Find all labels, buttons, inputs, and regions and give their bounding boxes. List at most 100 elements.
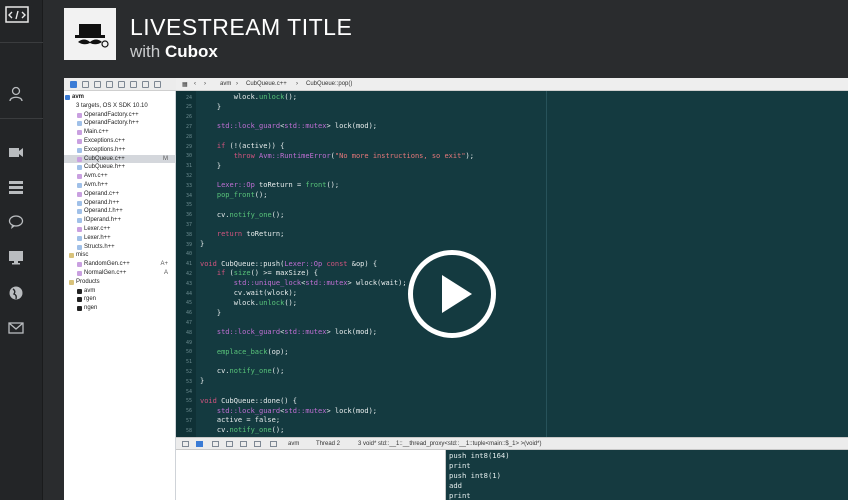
code-line[interactable]: void CubQueue::push(Lexer::Op const &op)…: [200, 260, 377, 268]
monitor-icon[interactable]: [8, 249, 24, 265]
code-area[interactable]: 24 wlock.unlock(); 25 } 26 27 std::lock_gua…: [176, 91, 848, 437]
user-icon[interactable]: [8, 86, 24, 102]
jump-file[interactable]: CubQueue.c++: [246, 81, 287, 87]
console-line: print: [449, 461, 471, 470]
code-line[interactable]: emplace_back(op);: [200, 348, 289, 356]
file-label: NormalGen.c++: [84, 269, 127, 276]
code-line[interactable]: void CubQueue::done() {: [200, 397, 297, 405]
debug-target[interactable]: avm: [288, 441, 299, 447]
line-number: 36: [185, 212, 192, 219]
test-icon[interactable]: [118, 81, 125, 88]
hierarchy-icon[interactable]: [82, 81, 89, 88]
file-item[interactable]: Operand.c++: [64, 190, 176, 199]
file-item[interactable]: Structs.h++: [64, 243, 176, 252]
chat-icon[interactable]: [8, 214, 24, 230]
debug-thread[interactable]: Thread 2: [316, 441, 340, 447]
debug-icon[interactable]: [130, 81, 137, 88]
report-icon[interactable]: [154, 81, 161, 88]
file-item[interactable]: Exceptions.c++: [64, 137, 176, 146]
file-item[interactable]: Operand.h++: [64, 199, 176, 208]
step-in-icon[interactable]: [240, 441, 247, 447]
code-line[interactable]: }: [200, 377, 204, 385]
mail-icon[interactable]: [8, 320, 24, 336]
grid-icon[interactable]: ▦: [182, 81, 188, 88]
code-line[interactable]: active = false;: [200, 416, 280, 424]
file-item[interactable]: NormalGen.c++ A: [64, 269, 176, 278]
file-label: avm: [84, 287, 96, 294]
group-misc[interactable]: misc: [64, 251, 176, 260]
back-arrow-icon[interactable]: ‹: [194, 81, 196, 87]
video-icon[interactable]: [8, 144, 24, 160]
debug-frame[interactable]: 3 void* std::__1::__thread_proxy<std::__…: [358, 441, 541, 447]
jump-symbol[interactable]: CubQueue::pop(): [306, 81, 352, 87]
project-root[interactable]: avm: [64, 93, 176, 102]
project-subtitle[interactable]: 3 targets, OS X SDK 10.10: [64, 102, 176, 111]
file-item[interactable]: CubQueue.c++ M: [64, 154, 176, 164]
video-player[interactable]: avm 3 targets, OS X SDK 10.10 OperandFacto…: [64, 78, 848, 500]
file-item[interactable]: OperandFactory.h++: [64, 119, 176, 128]
file-item[interactable]: Exceptions.h++: [64, 146, 176, 155]
product-item[interactable]: rgen: [64, 295, 176, 304]
warning-icon[interactable]: [106, 81, 113, 88]
hide-console-icon[interactable]: [182, 441, 189, 447]
list-icon[interactable]: [8, 179, 24, 195]
code-line[interactable]: cv.wait(wlock);: [200, 289, 297, 297]
forward-arrow-icon[interactable]: ›: [204, 81, 206, 87]
file-icon: [77, 297, 82, 303]
product-item[interactable]: avm: [64, 287, 176, 296]
code-line[interactable]: std::lock_guard<std::mutex> lock(mod);: [200, 407, 377, 415]
code-editor: ▦ ‹ › avm › CubQueue.c++ › CubQueue::pop…: [176, 78, 848, 500]
console-line: push int8(164): [449, 451, 510, 460]
brand-name[interactable]: Cubox: [165, 42, 218, 61]
code-line[interactable]: wlock.unlock();: [200, 93, 297, 101]
file-item[interactable]: Avm.c++: [64, 172, 176, 181]
continue-icon[interactable]: [212, 441, 219, 447]
globe-icon[interactable]: [8, 285, 24, 301]
file-item[interactable]: Lexer.c++: [64, 225, 176, 234]
file-item[interactable]: CubQueue.h++: [64, 163, 176, 172]
code-line[interactable]: wlock.unlock();: [200, 299, 297, 307]
line-number: 41: [185, 261, 192, 268]
code-line[interactable]: }: [200, 162, 221, 170]
code-line[interactable]: throw Avm::RuntimeError("No more instruc…: [200, 152, 474, 160]
breakpoint-icon[interactable]: [142, 81, 149, 88]
step-over-icon[interactable]: [226, 441, 233, 447]
group-products[interactable]: Products: [64, 278, 176, 287]
folder-icon[interactable]: [70, 81, 77, 88]
code-icon[interactable]: [5, 6, 29, 26]
code-line[interactable]: return toReturn;: [200, 230, 284, 238]
file-item[interactable]: RandomGen.c++ A+: [64, 260, 176, 269]
file-item[interactable]: IOperand.h++: [64, 216, 176, 225]
breakpoints-icon[interactable]: [196, 441, 203, 447]
file-icon: [77, 121, 82, 127]
file-item[interactable]: OperandFactory.c++: [64, 111, 176, 120]
code-line[interactable]: cv.notify_one();: [200, 426, 284, 434]
code-line[interactable]: std::unique_lock<std::mutex> wlock(wait)…: [200, 279, 407, 287]
code-line[interactable]: }: [200, 309, 221, 317]
code-line[interactable]: cv.notify_one();: [200, 367, 284, 375]
code-line[interactable]: cv.notify_one();: [200, 211, 284, 219]
variables-view[interactable]: [176, 450, 446, 500]
code-line[interactable]: std::lock_guard<std::mutex> lock(mod);: [200, 328, 377, 336]
file-item[interactable]: Main.c++: [64, 128, 176, 137]
code-line[interactable]: pop_front();: [200, 191, 268, 199]
line-number: 29: [185, 143, 192, 150]
code-line[interactable]: if (size() >= maxSize) {: [200, 269, 318, 277]
code-line[interactable]: if (!(active)) {: [200, 142, 284, 150]
jump-project[interactable]: avm: [220, 81, 231, 87]
play-icon[interactable]: [408, 250, 496, 338]
file-label: Operand.t.h++: [84, 208, 123, 215]
search-icon[interactable]: [94, 81, 101, 88]
code-line[interactable]: std::lock_guard<std::mutex> lock(mod);: [200, 122, 377, 130]
file-item[interactable]: Operand.t.h++: [64, 207, 176, 216]
product-item[interactable]: ngen: [64, 304, 176, 313]
console-output[interactable]: push int8(164) print push int8(1) add print: [446, 450, 848, 500]
file-label: Exceptions.h++: [84, 146, 126, 153]
step-out-icon[interactable]: [254, 441, 261, 447]
file-item[interactable]: Lexer.h++: [64, 234, 176, 243]
location-icon[interactable]: [270, 441, 277, 447]
code-line[interactable]: }: [200, 103, 221, 111]
file-item[interactable]: Avm.h++: [64, 181, 176, 190]
code-line[interactable]: }: [200, 240, 204, 248]
code-line[interactable]: Lexer::Op toReturn = front();: [200, 181, 339, 189]
